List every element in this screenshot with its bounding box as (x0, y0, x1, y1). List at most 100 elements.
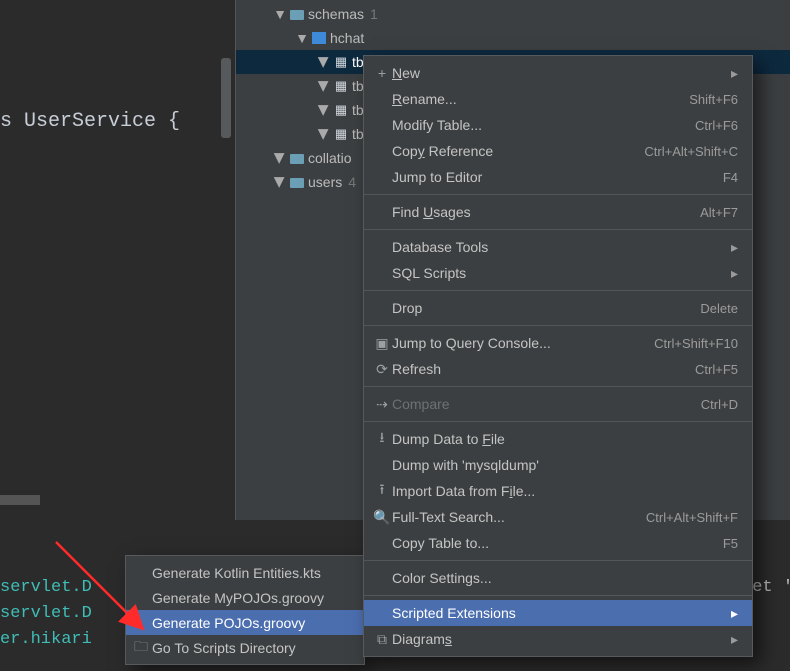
menu-label: Full-Text Search... (392, 509, 646, 525)
menu-label: SQL Scripts (392, 265, 731, 281)
menu-full-text-search[interactable]: 🔍 Full-Text Search... Ctrl+Alt+Shift+F (364, 504, 752, 530)
menu-dump-to-file[interactable]: ⭳ Dump Data to File (364, 426, 752, 452)
code-editor[interactable]: s UserService { (0, 0, 235, 520)
menu-shortcut: Delete (700, 301, 738, 316)
menu-label: Jump to Query Console... (392, 335, 654, 351)
menu-label: Copy Reference (392, 143, 644, 159)
table-icon: ▦ (332, 54, 350, 70)
folder-icon (290, 178, 304, 188)
menu-label: Database Tools (392, 239, 731, 255)
menu-label: Generate POJOs.groovy (152, 615, 305, 631)
menu-label: Refresh (392, 361, 695, 377)
menu-drop[interactable]: Drop Delete (364, 295, 752, 321)
menu-jump-to-query-console[interactable]: ▣ Jump to Query Console... Ctrl+Shift+F1… (364, 330, 752, 356)
split-handle[interactable] (0, 495, 40, 505)
menu-go-to-scripts-dir[interactable]: 🗀 Go To Scripts Directory (126, 635, 364, 660)
menu-shortcut: F5 (723, 536, 738, 551)
menu-shortcut: Alt+F7 (700, 205, 738, 220)
menu-divider (364, 325, 752, 326)
submenu-arrow-icon: ▸ (731, 631, 738, 648)
upload-icon: ⭱ (372, 479, 392, 503)
menu-label: Generate Kotlin Entities.kts (152, 565, 321, 581)
menu-import-from-file[interactable]: ⭱ Import Data from File... (364, 478, 752, 504)
tree-label: hchat (330, 30, 364, 46)
refresh-icon: ⟳ (372, 361, 392, 378)
submenu-arrow-icon: ▸ (731, 65, 738, 82)
menu-dump-mysqldump[interactable]: Dump with 'mysqldump' (364, 452, 752, 478)
tree-label: collatio (308, 150, 352, 166)
menu-copy-table-to[interactable]: Copy Table to... F5 (364, 530, 752, 556)
compare-icon: ⇢ (372, 396, 392, 413)
menu-divider (364, 386, 752, 387)
menu-find-usages[interactable]: Find Usages Alt+F7 (364, 199, 752, 225)
menu-divider (364, 421, 752, 422)
menu-divider (364, 229, 752, 230)
menu-label: Go To Scripts Directory (152, 640, 296, 656)
menu-color-settings[interactable]: Color Settings... (364, 565, 752, 591)
folder-icon (290, 154, 304, 164)
menu-generate-mypojos[interactable]: Generate MyPOJOs.groovy (126, 585, 364, 610)
tree-node-schemas[interactable]: ▼ schemas 1 (236, 2, 790, 26)
tree-label: users (308, 174, 342, 190)
download-icon: ⭳ (372, 427, 392, 451)
folder-icon (290, 10, 304, 20)
menu-refresh[interactable]: ⟳ Refresh Ctrl+F5 (364, 356, 752, 382)
menu-copy-reference[interactable]: Copy Reference Ctrl+Alt+Shift+C (364, 138, 752, 164)
menu-diagrams[interactable]: ⧉ Diagrams ▸ (364, 626, 752, 652)
menu-shortcut: F4 (723, 170, 738, 185)
console-icon: ▣ (372, 335, 392, 352)
chevron-down-icon[interactable]: ▼ (272, 6, 288, 22)
menu-label: Diagrams (392, 631, 731, 647)
chevron-right-icon[interactable]: ▶ (316, 78, 333, 94)
menu-label: Copy Table to... (392, 535, 723, 551)
menu-generate-kotlin-entities[interactable]: Generate Kotlin Entities.kts (126, 560, 364, 585)
menu-label: Drop (392, 300, 700, 316)
menu-label: Import Data from File... (392, 483, 738, 499)
plus-icon: + (372, 65, 392, 81)
menu-label: Generate MyPOJOs.groovy (152, 590, 324, 606)
menu-label: New (392, 65, 731, 81)
tree-count: 1 (370, 6, 378, 22)
submenu-arrow-icon: ▸ (731, 265, 738, 282)
menu-database-tools[interactable]: Database Tools ▸ (364, 234, 752, 260)
menu-label: Rename... (392, 91, 689, 107)
menu-shortcut: Shift+F6 (689, 92, 738, 107)
chevron-right-icon[interactable]: ▶ (272, 150, 289, 166)
menu-label: Jump to Editor (392, 169, 723, 185)
table-icon: ▦ (332, 78, 350, 94)
menu-label: Compare (392, 396, 701, 412)
menu-generate-pojos[interactable]: Generate POJOs.groovy (126, 610, 364, 635)
chevron-down-icon[interactable]: ▼ (294, 30, 310, 46)
menu-label: Color Settings... (392, 570, 738, 586)
menu-label: Dump Data to File (392, 431, 738, 447)
menu-divider (364, 595, 752, 596)
menu-shortcut: Ctrl+F6 (695, 118, 738, 133)
table-icon: ▦ (332, 102, 350, 118)
chevron-right-icon[interactable]: ▶ (316, 102, 333, 118)
menu-new[interactable]: + New ▸ (364, 60, 752, 86)
menu-label: Dump with 'mysqldump' (392, 457, 738, 473)
chevron-right-icon[interactable]: ▶ (272, 174, 289, 190)
menu-sql-scripts[interactable]: SQL Scripts ▸ (364, 260, 752, 286)
menu-rename[interactable]: Rename... Shift+F6 (364, 86, 752, 112)
chevron-right-icon[interactable]: ▶ (316, 54, 333, 70)
menu-shortcut: Ctrl+Alt+Shift+F (646, 510, 738, 525)
tree-label: schemas (308, 6, 364, 22)
menu-shortcut: Ctrl+F5 (695, 362, 738, 377)
menu-jump-to-editor[interactable]: Jump to Editor F4 (364, 164, 752, 190)
menu-scripted-extensions[interactable]: Scripted Extensions ▸ (364, 600, 752, 626)
chevron-right-icon[interactable]: ▶ (316, 126, 333, 142)
schema-icon (312, 32, 326, 44)
tree-node-hchat[interactable]: ▼ hchat (236, 26, 790, 50)
scrollbar-thumb[interactable] (221, 58, 231, 138)
submenu-arrow-icon: ▸ (731, 605, 738, 622)
scripted-extensions-submenu: Generate Kotlin Entities.kts Generate My… (125, 555, 365, 665)
menu-shortcut: Ctrl+Alt+Shift+C (644, 144, 738, 159)
code-fragment: s UserService { (0, 110, 180, 133)
menu-shortcut: Ctrl+Shift+F10 (654, 336, 738, 351)
menu-modify-table[interactable]: Modify Table... Ctrl+F6 (364, 112, 752, 138)
menu-label: Scripted Extensions (392, 605, 731, 621)
menu-label: Modify Table... (392, 117, 695, 133)
search-icon: 🔍 (372, 509, 392, 526)
menu-label: Find Usages (392, 204, 700, 220)
